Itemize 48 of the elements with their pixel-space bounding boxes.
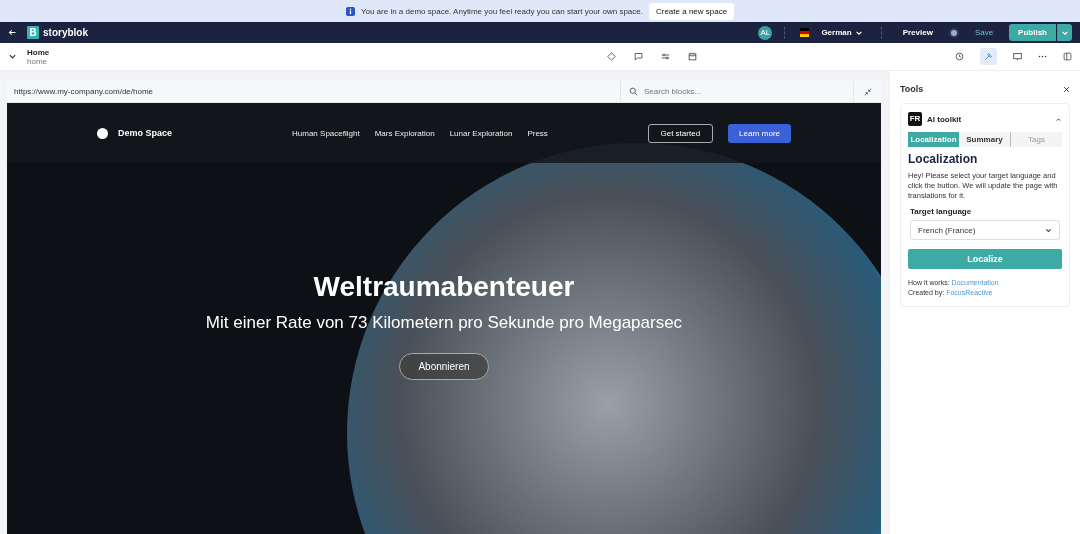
- nav-link[interactable]: Human Spaceflight: [292, 128, 360, 138]
- site-brand: Demo Space: [118, 128, 173, 138]
- get-started-button[interactable]: Get started: [647, 123, 714, 143]
- learn-more-button[interactable]: Learn more: [728, 123, 791, 143]
- status-icon: [948, 27, 959, 38]
- plugin-logo: FR: [908, 112, 922, 126]
- planet-icon: [97, 127, 108, 139]
- publish-options-button[interactable]: [1057, 24, 1072, 41]
- nav-link[interactable]: Mars Exploration: [374, 128, 435, 138]
- language-select[interactable]: French (France): [910, 220, 1060, 240]
- storyblok-logo: B: [27, 26, 39, 39]
- create-space-button[interactable]: Create a new space: [648, 2, 735, 20]
- brand-name: storyblok: [43, 27, 88, 38]
- subscribe-button[interactable]: Abonnieren: [399, 353, 489, 380]
- flag-icon: [798, 28, 812, 37]
- demo-message: You are in a demo space. Anytime you feel ready you can start your own space.: [360, 6, 643, 16]
- close-icon[interactable]: [1063, 85, 1070, 93]
- preview-button[interactable]: Preview: [894, 28, 941, 37]
- preview-url: https://www.my-company.com/de/home: [13, 87, 154, 96]
- comment-icon[interactable]: [634, 52, 644, 61]
- language-dropdown[interactable]: German: [815, 27, 869, 38]
- history-icon[interactable]: [955, 52, 964, 61]
- field-label: Target language: [910, 207, 973, 216]
- plugin-tab[interactable]: Summary: [959, 132, 1010, 147]
- panel-title: Tools: [900, 84, 924, 94]
- nav-link[interactable]: Press: [527, 128, 548, 138]
- plugin-name: AI toolkit: [927, 114, 963, 124]
- nav-link[interactable]: Lunar Exploration: [449, 128, 513, 138]
- sidebar-icon[interactable]: [1063, 52, 1072, 61]
- chevron-icon[interactable]: [8, 52, 17, 61]
- calendar-icon[interactable]: [688, 52, 698, 61]
- story-title: Home: [27, 47, 50, 57]
- story-slug: home: [27, 56, 48, 66]
- hammer-icon: [984, 52, 993, 61]
- search-field[interactable]: Search blocks...: [644, 87, 824, 96]
- diamond-icon[interactable]: [607, 52, 617, 61]
- back-icon[interactable]: [8, 28, 17, 37]
- minimize-icon[interactable]: [864, 87, 872, 96]
- plugin-heading: Localization: [908, 152, 979, 166]
- search-icon: [629, 87, 638, 96]
- chevron-icon: [1045, 226, 1052, 234]
- info-icon: [345, 6, 355, 16]
- monitor-icon[interactable]: [1013, 52, 1022, 61]
- hero-subheadline: Mit einer Rate von 73 Kilometern pro Sekunde pro Megaparsec: [205, 313, 683, 333]
- sliders-icon[interactable]: [661, 52, 671, 61]
- hero-headline: Weltraumabenteuer: [313, 271, 575, 303]
- save-button[interactable]: Save: [966, 28, 1002, 37]
- caret-icon[interactable]: [1055, 115, 1062, 123]
